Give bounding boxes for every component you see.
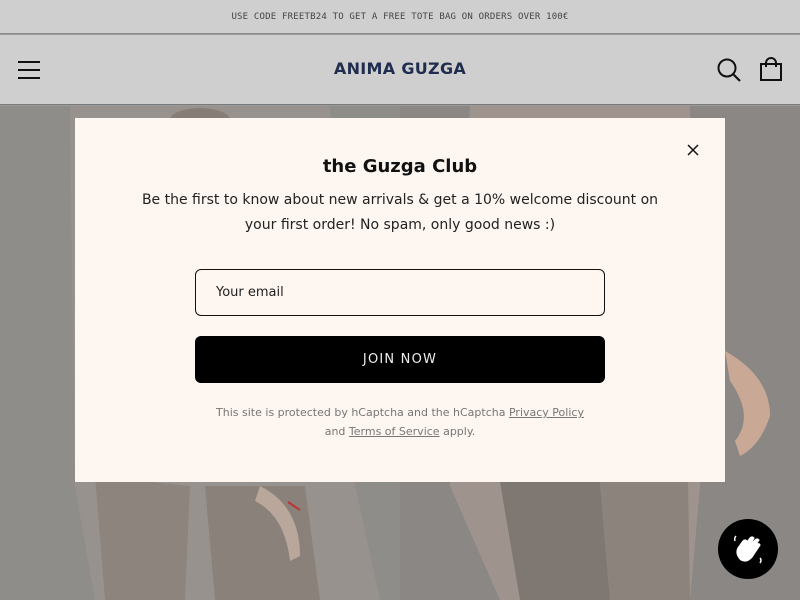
join-now-button[interactable]: JOIN NOW bbox=[195, 336, 605, 383]
menu-icon[interactable] bbox=[18, 59, 42, 81]
captcha-notice: This site is protected by hCaptcha and t… bbox=[175, 403, 625, 441]
popup-title: the Guzga Club bbox=[322, 156, 478, 177]
legal-suffix: apply. bbox=[443, 425, 476, 438]
legal-prefix: This site is protected by hCaptcha and t… bbox=[216, 406, 506, 419]
newsletter-popup: the Guzga Club Be the first to know abou… bbox=[75, 118, 725, 482]
email-field[interactable] bbox=[195, 269, 605, 316]
announcement-text: USE CODE FREETB24 TO GET A FREE TOTE BAG… bbox=[231, 11, 569, 22]
waving-hand-icon bbox=[733, 535, 762, 564]
terms-of-service-link[interactable]: Terms of Service bbox=[349, 425, 440, 438]
chat-button[interactable] bbox=[718, 519, 778, 579]
announcement-bar: USE CODE FREETB24 TO GET A FREE TOTE BAG… bbox=[0, 0, 800, 34]
site-logo[interactable]: ANIMA GUZGA bbox=[300, 59, 500, 78]
legal-and: and bbox=[324, 425, 346, 438]
site-header: ANIMA GUZGA bbox=[0, 35, 800, 105]
popup-description: Be the first to know about new arrivals … bbox=[141, 192, 659, 233]
shopping-bag-icon[interactable] bbox=[758, 57, 784, 83]
privacy-policy-link[interactable]: Privacy Policy bbox=[509, 406, 584, 419]
search-icon[interactable] bbox=[716, 57, 742, 83]
